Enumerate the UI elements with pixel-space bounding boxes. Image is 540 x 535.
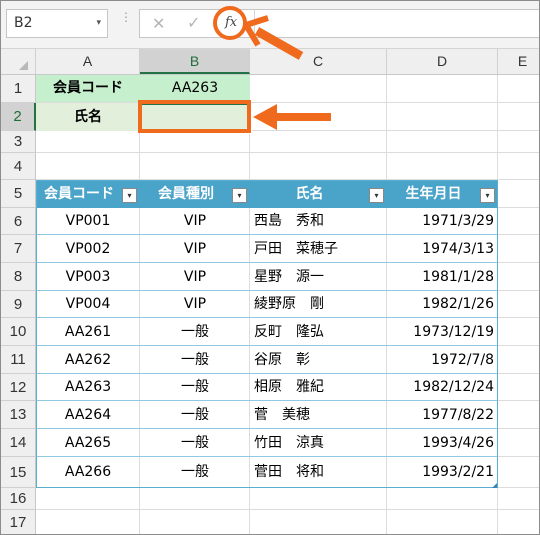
table-cell[interactable]: 反町 隆弘 <box>250 318 387 346</box>
grid-row-line <box>36 509 539 510</box>
check-icon[interactable]: ✓ <box>187 13 200 32</box>
row-header-7[interactable]: 7 <box>1 235 36 263</box>
table-cell[interactable]: 1974/3/13 <box>387 235 498 263</box>
table-cell[interactable]: 一般 <box>140 457 250 488</box>
column-header-b[interactable]: B <box>140 49 250 74</box>
cell-a1[interactable]: 会員コード <box>36 75 140 102</box>
table-header-label: 会員種別 <box>158 186 214 202</box>
table-cell[interactable]: VP001 <box>36 208 140 235</box>
table-cell[interactable]: VIP <box>140 208 250 235</box>
row-header-4[interactable]: 4 <box>1 153 36 180</box>
table-row-divider <box>36 487 498 488</box>
row-header-9[interactable]: 9 <box>1 291 36 318</box>
arrow-to-b2-cell <box>253 104 331 130</box>
table-header-label: 氏名 <box>295 186 324 202</box>
cell-a2[interactable]: 氏名 <box>36 103 140 131</box>
table-cell[interactable]: 菅田 将和 <box>250 457 387 488</box>
grid-row-line <box>36 152 539 153</box>
table-resize-handle[interactable] <box>492 483 497 488</box>
table-cell[interactable]: AA266 <box>36 457 140 488</box>
name-box[interactable]: B2 ▾ <box>6 9 108 38</box>
table-cell[interactable]: AA263 <box>36 374 140 401</box>
column-header-e[interactable]: E <box>498 49 539 74</box>
table-cell[interactable]: 綾野原 剛 <box>250 291 387 318</box>
table-cell[interactable]: 1971/3/29 <box>387 208 498 235</box>
row-header-1[interactable]: 1 <box>1 75 36 103</box>
row-header-8[interactable]: 8 <box>1 263 36 291</box>
table-cell[interactable]: 一般 <box>140 346 250 374</box>
row-header-2[interactable]: 2 <box>1 103 36 131</box>
highlight-rectangle <box>138 100 251 133</box>
row-header-12[interactable]: 12 <box>1 374 36 401</box>
table-cell[interactable]: AA261 <box>36 318 140 346</box>
row-header-3[interactable]: 3 <box>1 131 36 153</box>
row-header-10[interactable]: 10 <box>1 318 36 346</box>
table-cell[interactable]: VP002 <box>36 235 140 263</box>
table-cell[interactable]: 1982/1/26 <box>387 291 498 318</box>
table-cell[interactable]: VIP <box>140 235 250 263</box>
table-cell[interactable]: 1977/8/22 <box>387 401 498 429</box>
table-cell[interactable]: 谷原 彰 <box>250 346 387 374</box>
column-headers: A B C D E <box>1 49 539 75</box>
select-all-corner[interactable] <box>1 49 36 74</box>
row-header-6[interactable]: 6 <box>1 208 36 235</box>
name-box-value: B2 <box>14 15 33 31</box>
table-cell[interactable]: AA265 <box>36 429 140 457</box>
table-cell[interactable]: 1972/7/8 <box>387 346 498 374</box>
table-cell[interactable]: 一般 <box>140 374 250 401</box>
table-cell[interactable]: VP004 <box>36 291 140 318</box>
column-header-d[interactable]: D <box>387 49 498 74</box>
table-cell[interactable]: 星野 源一 <box>250 263 387 291</box>
table-cell[interactable]: 一般 <box>140 429 250 457</box>
row-header-14[interactable]: 14 <box>1 429 36 457</box>
table-cell[interactable]: 西島 秀和 <box>250 208 387 235</box>
row-header-5[interactable]: 5 <box>1 180 36 208</box>
table-cell[interactable]: 一般 <box>140 401 250 429</box>
table-cell[interactable]: 相原 雅紀 <box>250 374 387 401</box>
table-cell[interactable]: 1993/4/26 <box>387 429 498 457</box>
drag-handle-icon[interactable]: ⋮ <box>120 11 132 32</box>
table-header-cell[interactable]: 氏名 <box>250 180 387 208</box>
highlight-circle <box>213 6 247 40</box>
formula-bar: B2 ▾ ⋮ ✕ ✓ fx <box>1 1 539 49</box>
formula-divider <box>254 10 255 37</box>
table-cell[interactable]: AA264 <box>36 401 140 429</box>
table-cell[interactable]: VIP <box>140 291 250 318</box>
cell-b1[interactable]: AA263 <box>140 75 250 102</box>
select-all-icon <box>19 61 28 70</box>
table-cell[interactable]: 戸田 菜穂子 <box>250 235 387 263</box>
table-header-label: 生年月日 <box>405 186 462 202</box>
row-header-16[interactable]: 16 <box>1 488 36 510</box>
row-header-11[interactable]: 11 <box>1 346 36 374</box>
table-cell[interactable]: AA262 <box>36 346 140 374</box>
filter-dropdown-icon[interactable]: ▾ <box>122 188 137 203</box>
table-cell[interactable]: 竹田 涼真 <box>250 429 387 457</box>
table-cell[interactable]: 菅 美穂 <box>250 401 387 429</box>
table-cell[interactable]: 一般 <box>140 318 250 346</box>
row-header-17[interactable]: 17 <box>1 510 36 534</box>
table-cell[interactable]: 1993/2/21 <box>387 457 498 488</box>
filter-dropdown-icon[interactable]: ▾ <box>232 188 247 203</box>
row-header-13[interactable]: 13 <box>1 401 36 429</box>
table-cell[interactable]: 1982/12/24 <box>387 374 498 401</box>
table-cell[interactable]: 1981/1/28 <box>387 263 498 291</box>
table-header-label: 会員コード <box>44 186 114 202</box>
table-cell[interactable]: VIP <box>140 263 250 291</box>
formula-input-area[interactable]: ✕ ✓ fx <box>139 9 539 38</box>
row-header-15[interactable]: 15 <box>1 457 36 488</box>
chevron-down-icon[interactable]: ▾ <box>96 10 101 37</box>
filter-dropdown-icon[interactable]: ▾ <box>480 188 495 203</box>
column-header-c[interactable]: C <box>250 49 387 74</box>
table-cell[interactable]: VP003 <box>36 263 140 291</box>
filter-dropdown-icon[interactable]: ▾ <box>369 188 384 203</box>
column-header-a[interactable]: A <box>36 49 140 74</box>
close-icon[interactable]: ✕ <box>152 14 165 33</box>
spreadsheet-window: B2 ▾ ⋮ ✕ ✓ fx A B C D E 1 2 3 4 5 6 7 8 9 10 11 12 1… <box>0 0 540 535</box>
table-cell[interactable]: 1973/12/19 <box>387 318 498 346</box>
